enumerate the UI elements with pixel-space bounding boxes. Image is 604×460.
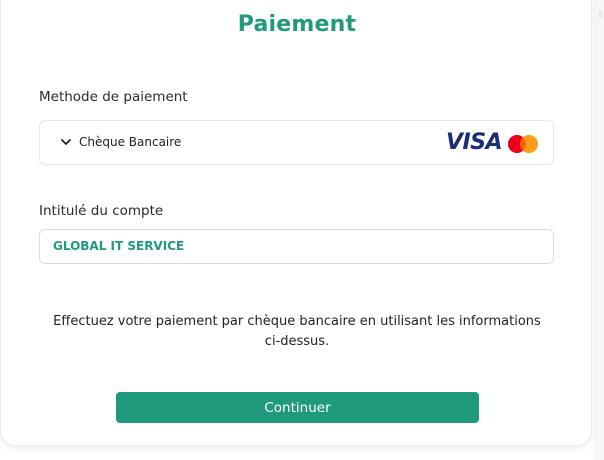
scrollbar-thumb[interactable] bbox=[598, 10, 602, 18]
visa-logo: VISA bbox=[446, 130, 503, 155]
continue-button[interactable]: Continuer bbox=[116, 392, 479, 423]
mastercard-logo-icon bbox=[508, 135, 538, 153]
account-name-field[interactable]: GLOBAL IT SERVICE bbox=[39, 229, 554, 264]
chevron-down-icon bbox=[61, 139, 71, 145]
payment-method-label: Methode de paiement bbox=[39, 89, 188, 105]
payment-method-value: Chèque Bancaire bbox=[79, 135, 182, 149]
payment-page: Paiement Methode de paiement Chèque Banc… bbox=[0, 0, 604, 460]
account-name-label: Intitulé du compte bbox=[39, 203, 164, 219]
page-title: Paiement bbox=[237, 12, 357, 37]
payment-method-select[interactable]: Chèque Bancaire VISA bbox=[39, 120, 554, 165]
account-name-value: GLOBAL IT SERVICE bbox=[53, 239, 185, 253]
scrollbar-track[interactable] bbox=[594, 0, 604, 460]
payment-card bbox=[0, 0, 592, 446]
payment-info-text: Effectuez votre paiement par chèque banc… bbox=[53, 314, 541, 349]
